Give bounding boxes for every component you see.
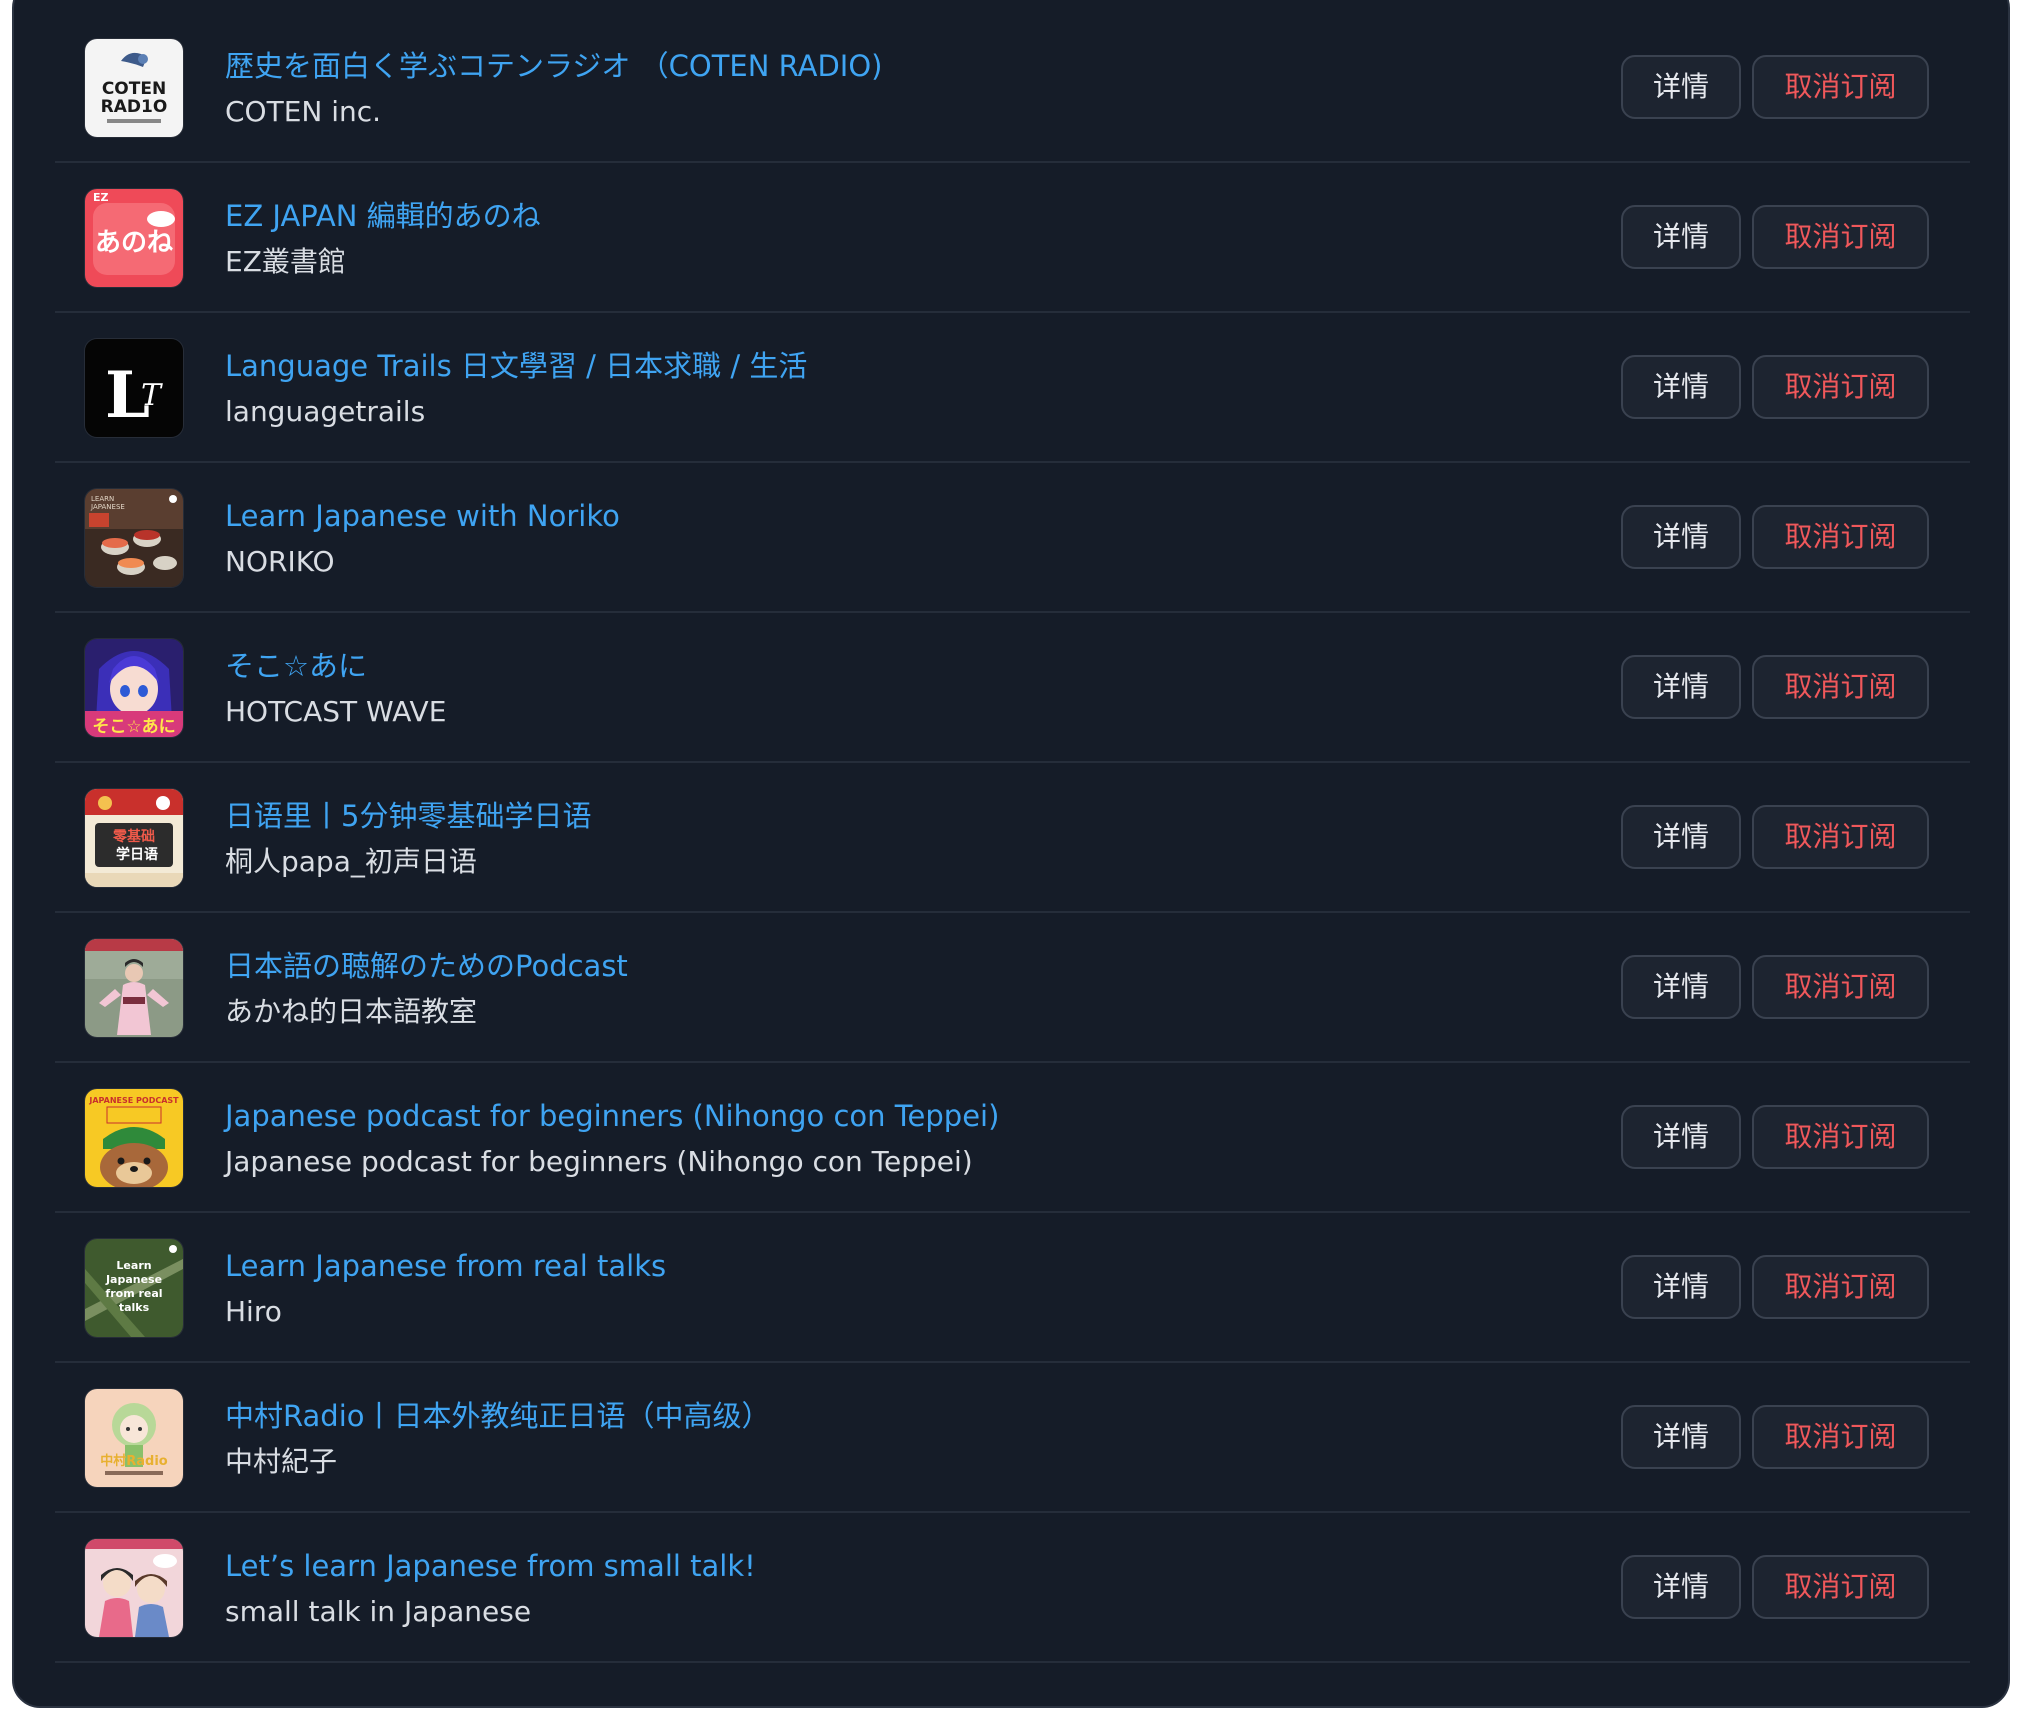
ez-japan-cover[interactable]: EZ あのね xyxy=(85,189,183,287)
podcast-author: small talk in Japanese xyxy=(225,1595,532,1628)
podcast-title[interactable]: Learn Japanese with Noriko xyxy=(225,497,1570,535)
svg-text:零基础: 零基础 xyxy=(112,828,155,845)
list-item: 零基础 学日语 日语里丨5分钟零基础学日语 桐人papa_初声日语 详情 取消订… xyxy=(55,763,1970,913)
small-talk-cover[interactable] xyxy=(85,1539,183,1637)
real-talks-cover[interactable]: Learn Japanese from real talks xyxy=(85,1239,183,1337)
noriko-sushi-cover[interactable]: LEARN JAPANESE xyxy=(85,489,183,587)
akane-kimono-cover[interactable] xyxy=(85,939,183,1037)
detail-button[interactable]: 详情 xyxy=(1621,55,1741,119)
podcast-author: あかね的日本語教室 xyxy=(225,995,478,1028)
list-item: JAPANESE PODCAST Japanese podcast for be… xyxy=(55,1063,1970,1213)
svg-text:JAPANESE PODCAST: JAPANESE PODCAST xyxy=(88,1096,179,1105)
unsubscribe-button[interactable]: 取消订阅 xyxy=(1752,955,1929,1019)
detail-button[interactable]: 详情 xyxy=(1621,1255,1741,1319)
svg-text:COTEN: COTEN xyxy=(102,79,166,99)
language-trails-cover[interactable]: L T xyxy=(85,339,183,437)
svg-text:EZ: EZ xyxy=(93,191,109,204)
podcast-author: Hiro xyxy=(225,1295,282,1328)
detail-button[interactable]: 详情 xyxy=(1621,1555,1741,1619)
soko-ani-anime-cover[interactable]: そこ☆あに xyxy=(85,639,183,737)
list-item: L T Language Trails 日文學習 / 日本求職 / 生活 lan… xyxy=(55,313,1970,463)
detail-button[interactable]: 详情 xyxy=(1621,805,1741,869)
detail-button[interactable]: 详情 xyxy=(1621,355,1741,419)
podcast-title[interactable]: 中村Radio丨日本外教纯正日语（中高级） xyxy=(225,1397,1570,1435)
podcast-title[interactable]: 歴史を面白く学ぶコテンラジオ （COTEN RADIO) xyxy=(225,47,1570,85)
detail-button[interactable]: 详情 xyxy=(1621,1105,1741,1169)
nakamura-radio-cover[interactable]: 中村Radio xyxy=(85,1389,183,1487)
svg-text:学日语: 学日语 xyxy=(116,846,158,863)
unsubscribe-button[interactable]: 取消订阅 xyxy=(1752,1405,1929,1469)
podcast-author: Japanese podcast for beginners (Nihongo … xyxy=(225,1145,973,1178)
svg-text:中村Radio: 中村Radio xyxy=(100,1453,168,1469)
svg-text:Learn: Learn xyxy=(116,1259,151,1272)
podcast-author: NORIKO xyxy=(225,545,335,578)
svg-text:talks: talks xyxy=(119,1301,150,1314)
unsubscribe-button[interactable]: 取消订阅 xyxy=(1752,505,1929,569)
unsubscribe-button[interactable]: 取消订阅 xyxy=(1752,805,1929,869)
unsubscribe-button[interactable]: 取消订阅 xyxy=(1752,355,1929,419)
podcast-author: HOTCAST WAVE xyxy=(225,695,447,728)
unsubscribe-button[interactable]: 取消订阅 xyxy=(1752,205,1929,269)
list-item: 日本語の聴解のためのPodcast あかね的日本語教室 详情 取消订阅 xyxy=(55,913,1970,1063)
svg-text:LEARN: LEARN xyxy=(91,495,114,503)
list-item: COTEN RAD1O 歴史を面白く学ぶコテンラジオ （COTEN RADIO)… xyxy=(55,13,1970,163)
podcast-title[interactable]: 日语里丨5分钟零基础学日语 xyxy=(225,797,1570,835)
riyuli-cover[interactable]: 零基础 学日语 xyxy=(85,789,183,887)
detail-button[interactable]: 详情 xyxy=(1621,505,1741,569)
svg-text:Japanese: Japanese xyxy=(105,1273,162,1286)
list-item: LEARN JAPANESE Learn Japanese with Norik… xyxy=(55,463,1970,613)
svg-text:あのね: あのね xyxy=(95,228,173,258)
podcast-title[interactable]: EZ JAPAN 編輯的あのね xyxy=(225,197,1570,235)
detail-button[interactable]: 详情 xyxy=(1621,1405,1741,1469)
detail-button[interactable]: 详情 xyxy=(1621,955,1741,1019)
unsubscribe-button[interactable]: 取消订阅 xyxy=(1752,55,1929,119)
podcast-author: COTEN inc. xyxy=(225,95,382,128)
podcast-title[interactable]: Japanese podcast for beginners (Nihongo … xyxy=(225,1097,1570,1135)
podcast-title[interactable]: そこ☆あに xyxy=(225,647,1570,685)
podcast-author: 中村紀子 xyxy=(225,1445,338,1478)
list-item: Learn Japanese from real talks Learn Jap… xyxy=(55,1213,1970,1363)
svg-text:JAPANESE: JAPANESE xyxy=(90,503,125,511)
podcast-title[interactable]: Learn Japanese from real talks xyxy=(225,1247,1570,1285)
podcast-author: EZ叢書館 xyxy=(225,245,346,278)
podcast-title[interactable]: Language Trails 日文學習 / 日本求職 / 生活 xyxy=(225,347,1570,385)
svg-text:from real: from real xyxy=(105,1287,162,1300)
podcast-title[interactable]: Let’s learn Japanese from small talk! xyxy=(225,1547,1570,1585)
list-item: 中村Radio 中村Radio丨日本外教纯正日语（中高级） 中村紀子 详情 取消… xyxy=(55,1363,1970,1513)
unsubscribe-button[interactable]: 取消订阅 xyxy=(1752,1555,1929,1619)
svg-text:そこ☆あに: そこ☆あに xyxy=(92,717,175,737)
list-item: そこ☆あに そこ☆あに HOTCAST WAVE 详情 取消订阅 xyxy=(55,613,1970,763)
detail-button[interactable]: 详情 xyxy=(1621,655,1741,719)
svg-text:T: T xyxy=(141,378,163,413)
list-item: EZ あのね EZ JAPAN 編輯的あのね EZ叢書館 详情 取消订阅 xyxy=(55,163,1970,313)
podcast-subscription-list: COTEN RAD1O 歴史を面白く学ぶコテンラジオ （COTEN RADIO)… xyxy=(55,13,1970,1663)
podcast-author: 桐人papa_初声日语 xyxy=(225,845,477,878)
svg-text:RAD1O: RAD1O xyxy=(101,97,168,117)
list-item: Let’s learn Japanese from small talk! sm… xyxy=(55,1513,1970,1663)
unsubscribe-button[interactable]: 取消订阅 xyxy=(1752,1105,1929,1169)
detail-button[interactable]: 详情 xyxy=(1621,205,1741,269)
coten-radio-cover[interactable]: COTEN RAD1O xyxy=(85,39,183,137)
unsubscribe-button[interactable]: 取消订阅 xyxy=(1752,655,1929,719)
podcast-author: languagetrails xyxy=(225,395,426,428)
unsubscribe-button[interactable]: 取消订阅 xyxy=(1752,1255,1929,1319)
teppei-otter-cover[interactable]: JAPANESE PODCAST xyxy=(85,1089,183,1187)
podcast-title[interactable]: 日本語の聴解のためのPodcast xyxy=(225,947,1570,985)
